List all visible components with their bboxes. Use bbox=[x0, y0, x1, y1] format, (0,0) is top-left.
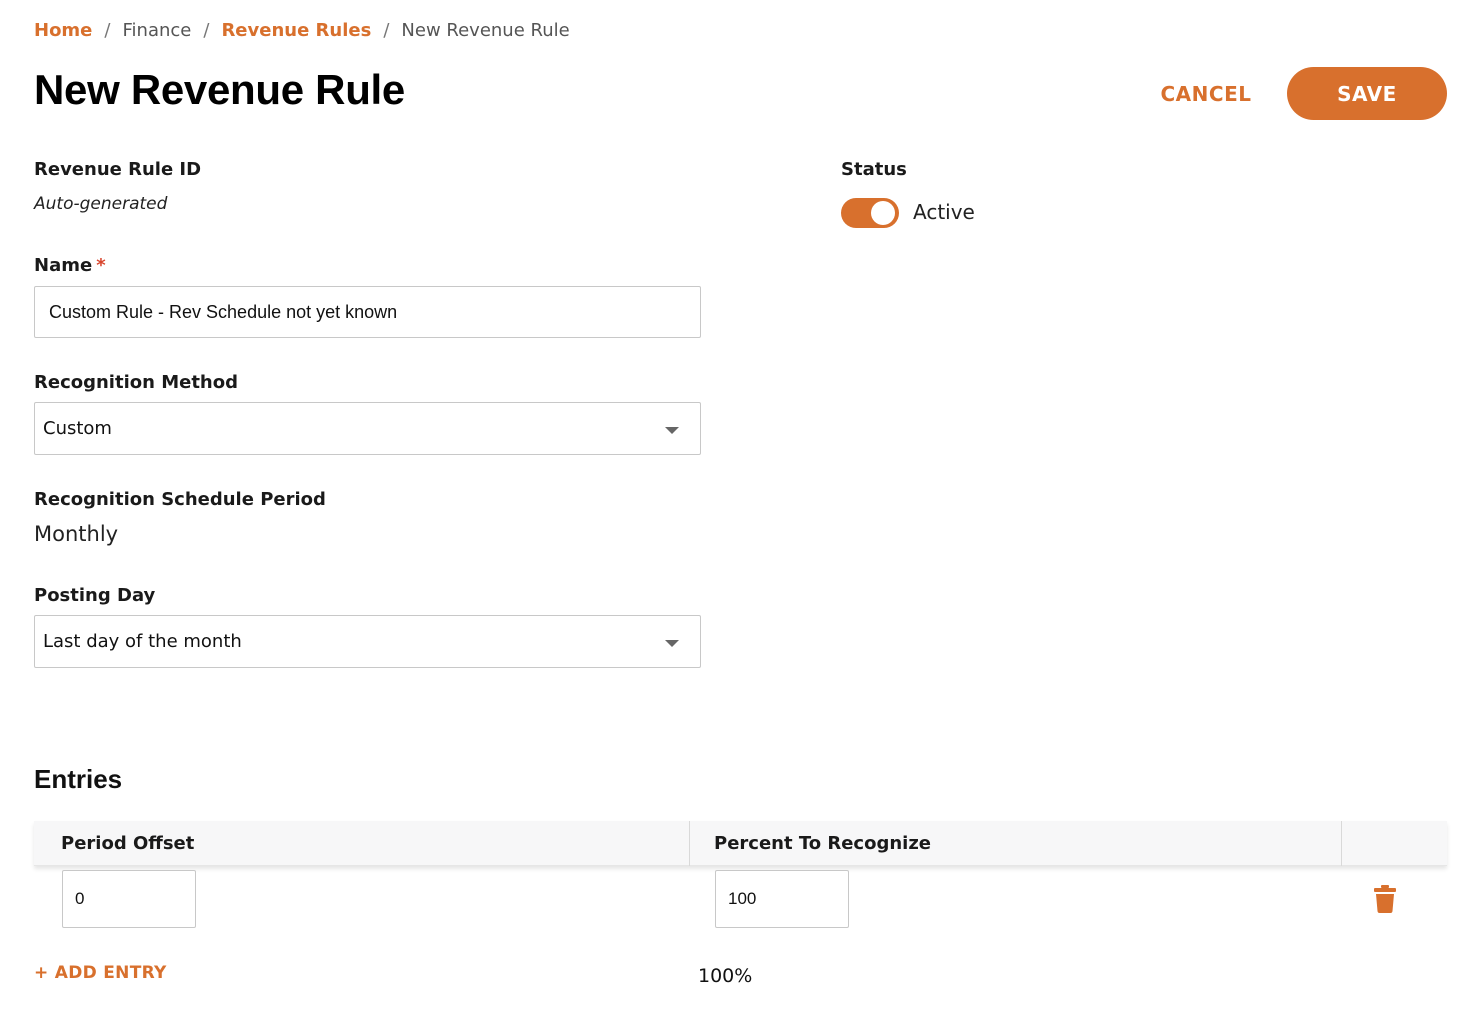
posting-day-label: Posting Day bbox=[34, 585, 156, 606]
name-label: Name bbox=[34, 255, 93, 276]
column-header-period-offset: Period Offset bbox=[61, 833, 195, 854]
breadcrumb-separator: / bbox=[383, 20, 390, 41]
period-offset-input[interactable] bbox=[62, 870, 196, 928]
entries-section-title: Entries bbox=[34, 764, 123, 794]
revenue-rule-id-value: Auto-generated bbox=[34, 194, 168, 214]
status-toggle[interactable] bbox=[841, 198, 899, 228]
trash-icon[interactable] bbox=[1374, 885, 1396, 913]
percent-to-recognize-input[interactable] bbox=[715, 870, 849, 928]
percent-total: 100% bbox=[698, 965, 753, 987]
posting-day-value: Last day of the month bbox=[43, 631, 242, 652]
recognition-method-value: Custom bbox=[43, 418, 112, 439]
save-button[interactable]: SAVE bbox=[1287, 67, 1447, 120]
column-header-percent-to-recognize: Percent To Recognize bbox=[714, 833, 932, 854]
breadcrumb-finance: Finance bbox=[122, 20, 192, 41]
revenue-rule-id-label: Revenue Rule ID bbox=[34, 159, 202, 180]
name-input[interactable] bbox=[34, 286, 701, 338]
breadcrumb-separator: / bbox=[203, 20, 210, 41]
toggle-knob bbox=[871, 201, 895, 225]
recognition-method-label: Recognition Method bbox=[34, 372, 238, 393]
recognition-schedule-period-label: Recognition Schedule Period bbox=[34, 489, 326, 510]
breadcrumb-revenue-rules-link[interactable]: Revenue Rules bbox=[221, 20, 371, 41]
name-label-group: Name * bbox=[34, 255, 106, 276]
status-label: Status bbox=[841, 159, 907, 180]
breadcrumb-home-link[interactable]: Home bbox=[34, 20, 92, 41]
breadcrumb-current-page: New Revenue Rule bbox=[401, 20, 570, 41]
posting-day-select[interactable]: Last day of the month bbox=[34, 615, 701, 668]
column-divider bbox=[1341, 821, 1342, 866]
column-divider bbox=[689, 821, 690, 866]
chevron-down-icon bbox=[665, 640, 679, 647]
status-value: Active bbox=[913, 200, 975, 224]
cancel-button[interactable]: CANCEL bbox=[1150, 72, 1262, 116]
breadcrumb-separator: / bbox=[104, 20, 111, 41]
entries-table-header: Period Offset Percent To Recognize bbox=[34, 821, 1447, 866]
add-entry-button[interactable]: + ADD ENTRY bbox=[34, 963, 167, 983]
page-title: New Revenue Rule bbox=[34, 66, 405, 113]
recognition-schedule-period-value: Monthly bbox=[34, 522, 119, 546]
required-marker: * bbox=[96, 255, 106, 276]
recognition-method-select[interactable]: Custom bbox=[34, 402, 701, 455]
chevron-down-icon bbox=[665, 427, 679, 434]
breadcrumb: Home / Finance / Revenue Rules / New Rev… bbox=[34, 20, 570, 41]
